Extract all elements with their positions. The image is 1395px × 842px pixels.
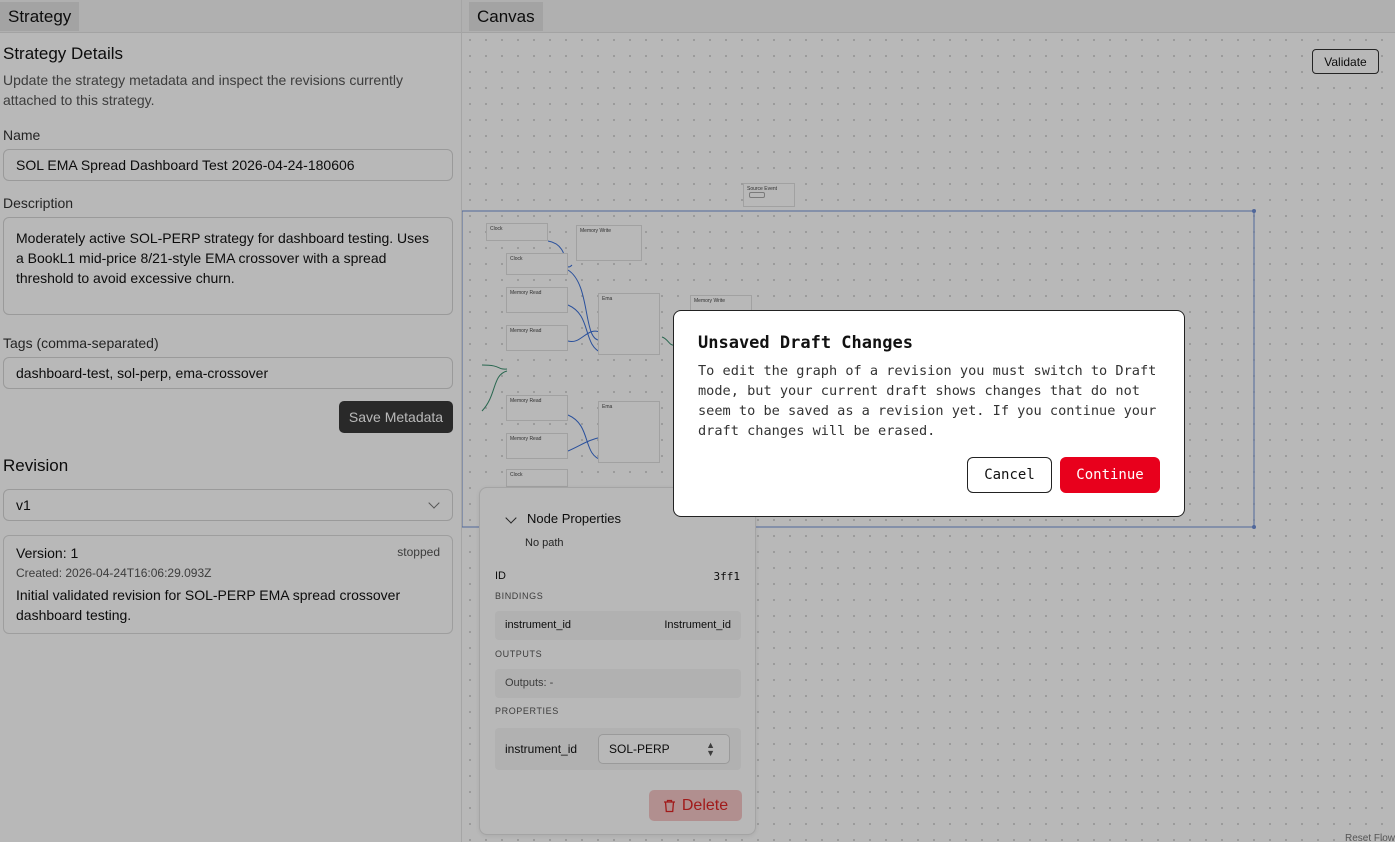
continue-button[interactable]: Continue <box>1060 457 1160 493</box>
cancel-button[interactable]: Cancel <box>967 457 1052 493</box>
dialog-body: To edit the graph of a revision you must… <box>698 363 1157 439</box>
unsaved-changes-dialog: Unsaved Draft Changes To edit the graph … <box>673 310 1185 517</box>
dialog-title: Unsaved Draft Changes <box>698 333 913 353</box>
